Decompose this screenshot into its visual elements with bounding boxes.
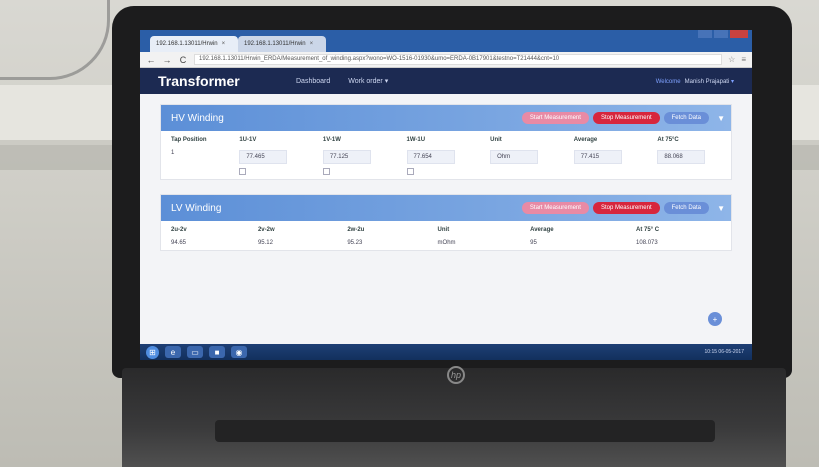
address-bar: ← → C 192.168.1.13011/Hrwin_ERDA/Measure… [140,52,752,68]
average-cell: 77.415 [564,146,648,179]
hv-actions: Start Measurement Stop Measurement Fetch… [521,112,709,124]
chevron-down-icon[interactable]: ▼ [717,204,725,213]
cell-1u-1v: 77.465 [229,146,313,179]
maximize-button[interactable] [714,30,728,38]
tap-position: 1 [171,150,175,156]
welcome-label: Welcome [655,78,681,85]
hv-panel-title: HV Winding [171,112,224,124]
average-value: 77.415 [573,150,622,164]
cell-2v-2w: 95.12 [257,240,273,246]
browser-tab-2[interactable]: 192.168.1.13011/Hrwin × [238,36,326,52]
chrome-icon[interactable]: ◉ [231,346,247,358]
lv-stop-measurement-button[interactable]: Stop Measurement [592,202,660,214]
tab-label: 192.168.1.13011/Hrwin [244,41,306,47]
col-header: 1V-1W [322,137,341,143]
system-clock[interactable]: 10:15 06-05-2017 [705,349,744,355]
bookmark-star-icon[interactable]: ☆ [728,55,735,64]
nav-dashboard[interactable]: Dashboard [296,78,330,85]
chevron-down-icon: ▾ [730,78,734,85]
cell-2u-2v: 94.65 [171,240,187,246]
at75-value: 88.068 [657,150,706,164]
minimize-button[interactable] [698,30,712,38]
col-header: Average [530,227,554,233]
col-header: 2v-2w [257,227,275,233]
average-cell: 95 [530,240,537,246]
cell-1w-1u: 77.654 [397,146,481,179]
user-name: Manish Prajapati [684,78,730,85]
lv-start-measurement-button[interactable]: Start Measurement [521,202,589,214]
hp-logo: hp [447,366,465,384]
user-menu[interactable]: Welcome Manish Prajapati ▾ [656,78,734,85]
hv-winding-panel: HV Winding Start Measurement Stop Measur… [160,104,732,180]
lv-table: 2u-2v 2v-2w 2w-2u Unit Average At 75° C … [161,221,731,250]
cell-2w-2u: 95.23 [347,240,363,246]
checkbox-1u-1v[interactable] [239,168,247,175]
table-row: 94.65 95.12 95.23 mOhm 95 108.073 [161,236,731,250]
cell-1v-1w: 77.125 [313,146,397,179]
at75-cell: 88.068 [647,146,731,179]
lv-actions: Start Measurement Stop Measurement Fetch… [521,202,709,214]
at75-cell: 108.073 [636,240,658,246]
back-icon[interactable]: ← [146,55,156,65]
col-header: At 75°C [657,137,679,143]
app-navbar: Transformer Dashboard Work order ▾ Welco… [140,68,752,94]
lv-fetch-data-button[interactable]: Fetch Data [663,202,709,214]
col-header: 2u-2v [171,227,187,233]
hv-start-measurement-button[interactable]: Start Measurement [521,112,589,124]
col-header: 1W-1U [406,137,426,143]
close-window-button[interactable] [730,30,748,38]
app-brand[interactable]: Transformer [158,73,278,89]
value-field-1w-1u[interactable]: 77.654 [406,150,455,164]
file-explorer-icon[interactable]: ▭ [187,346,203,358]
chevron-down-icon: ▾ [384,78,389,85]
background-cable [0,0,110,80]
laptop-hinge [215,420,715,442]
browser-tab-1[interactable]: 192.168.1.13011/Hrwin × [150,36,238,52]
unit-value: Ohm [490,150,539,164]
table-header-row: 2u-2v 2v-2w 2w-2u Unit Average At 75° C [161,221,731,236]
tab-label: 192.168.1.13011/Hrwin [156,41,218,47]
media-icon[interactable]: ■ [209,346,225,358]
hv-fetch-data-button[interactable]: Fetch Data [663,112,709,124]
hv-panel-header: HV Winding Start Measurement Stop Measur… [161,105,731,131]
lv-panel-header: LV Winding Start Measurement Stop Measur… [161,195,731,221]
ie-icon[interactable]: e [165,346,181,358]
col-header: 1U-1V [239,137,257,143]
browser-tabstrip: 192.168.1.13011/Hrwin × 192.168.1.13011/… [140,30,752,52]
laptop-screen: 192.168.1.13011/Hrwin × 192.168.1.13011/… [140,30,752,360]
value-field-1u-1v[interactable]: 77.465 [239,150,288,164]
unit-cell: mOhm [437,240,456,246]
lv-panel-title: LV Winding [171,202,222,214]
checkbox-1w-1u[interactable] [406,168,414,175]
col-header: Tap Position [171,137,207,143]
col-header: Unit [490,137,502,143]
table-header-row: Tap Position 1U-1V 1V-1W 1W-1U Unit Aver… [161,131,731,146]
chevron-down-icon[interactable]: ▼ [717,114,725,123]
nav-work-order[interactable]: Work order ▾ [348,77,388,85]
url-field[interactable]: 192.168.1.13011/Hrwin_ERDA/Measurement_o… [194,54,723,65]
main-content: HV Winding Start Measurement Stop Measur… [140,94,752,348]
checkbox-1v-1w[interactable] [322,168,330,175]
close-icon[interactable]: × [310,41,314,47]
windows-start-icon[interactable]: ⊞ [146,345,159,359]
value-field-1v-1w[interactable]: 77.125 [322,150,371,164]
windows-taskbar: ⊞ e ▭ ■ ◉ 10:15 06-05-2017 [140,344,752,360]
table-row: 1 77.465 77.125 77.654 Ohm 77.415 88.068 [161,146,731,179]
col-header: Unit [437,227,450,233]
reload-icon[interactable]: C [178,55,188,65]
close-icon[interactable]: × [222,41,226,47]
col-header: At 75° C [636,227,660,233]
forward-icon[interactable]: → [162,55,172,65]
unit-cell: Ohm [480,146,564,179]
hv-table: Tap Position 1U-1V 1V-1W 1W-1U Unit Aver… [161,131,731,179]
col-header: Average [573,137,598,143]
floating-action-button[interactable]: + [708,312,722,326]
hv-stop-measurement-button[interactable]: Stop Measurement [592,112,660,124]
lv-winding-panel: LV Winding Start Measurement Stop Measur… [160,194,732,251]
window-controls [698,30,748,38]
nav-work-order-label: Work order [348,78,383,85]
menu-icon[interactable]: ≡ [741,55,746,64]
col-header: 2w-2u [347,227,365,233]
